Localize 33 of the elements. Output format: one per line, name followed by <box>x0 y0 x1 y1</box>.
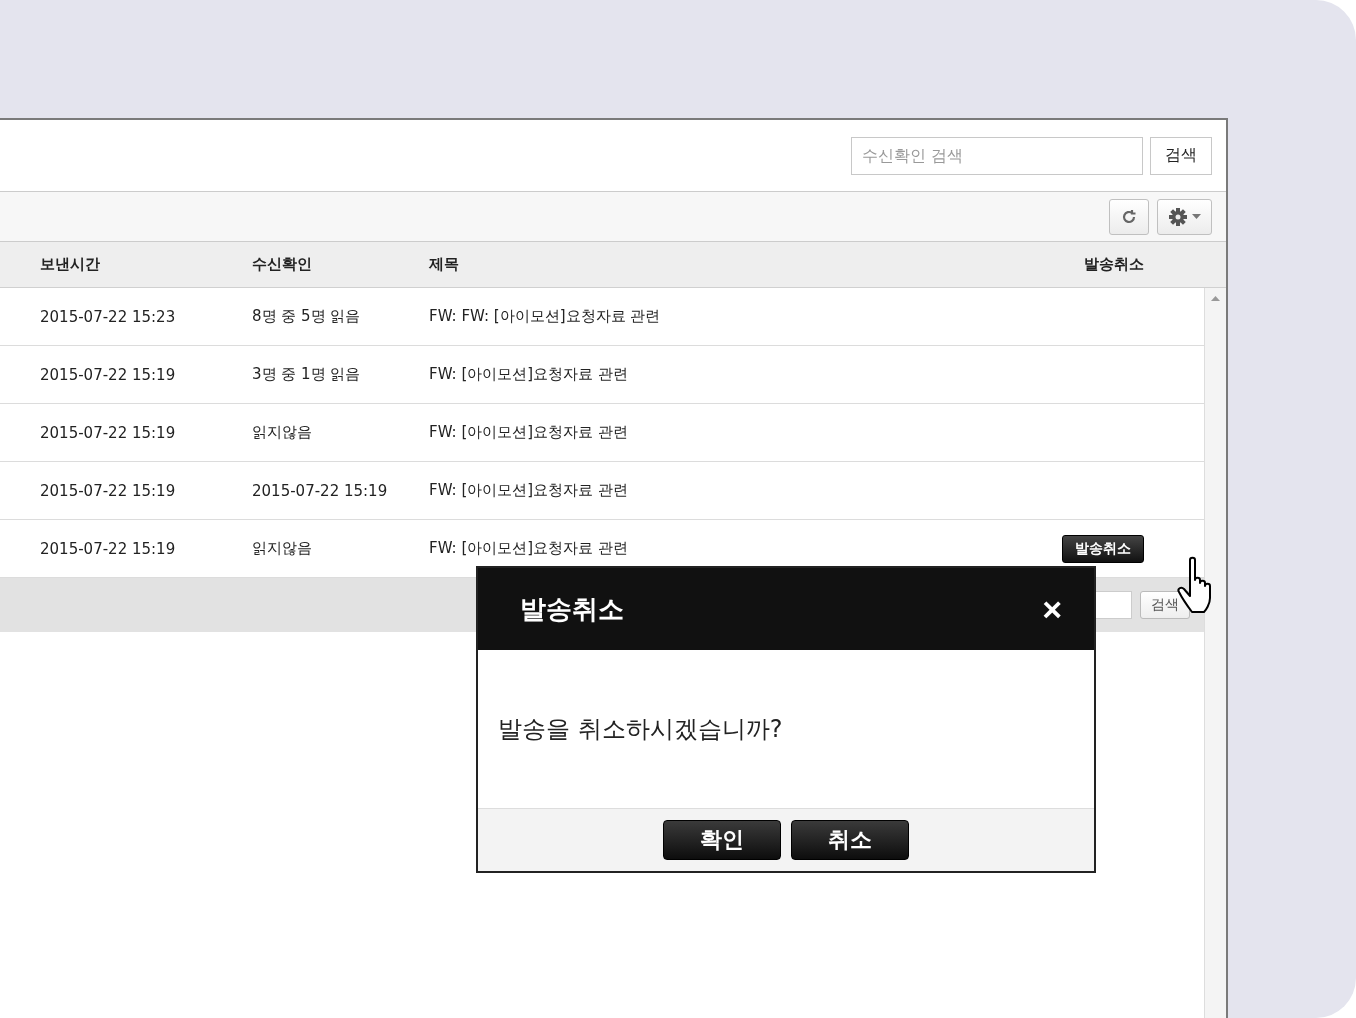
dialog-button[interactable]: 확인 <box>663 820 781 860</box>
dialog-title: 발송취소 <box>520 592 624 626</box>
table-cell-text: 읽지않음 <box>252 423 313 442</box>
close-button[interactable]: × <box>1042 592 1062 626</box>
table-cell-text: 2015-07-22 15:19 <box>40 365 177 384</box>
table-cell-text: 2015-07-22 15:19 <box>252 481 389 500</box>
table-cell-text: FW: [아이모션]요청자료 관련 <box>429 365 629 384</box>
refresh-button[interactable] <box>1109 198 1149 235</box>
refresh-icon <box>1120 207 1138 226</box>
table-cell-text: 읽지않음 <box>252 539 313 558</box>
column-header: 수신확인 <box>252 255 313 274</box>
table-cell-text: FW: [아이모션]요청자료 관련 <box>429 423 629 442</box>
column-header: 발송취소 <box>1084 255 1145 274</box>
caret-icon <box>1192 214 1201 219</box>
search-field[interactable]: 수신확인 검색 <box>851 136 1143 175</box>
column-header: 제목 <box>429 255 460 274</box>
settings-button[interactable] <box>1157 198 1212 235</box>
table-cell-text: 2015-07-22 15:23 <box>40 307 177 326</box>
settings-icon <box>1168 206 1188 227</box>
cancel-send-button[interactable]: 발송취소 <box>1062 534 1144 563</box>
table-cell-text: 8명 중 5명 읽음 <box>252 307 362 326</box>
column-header: 보낸시간 <box>40 255 101 274</box>
table-cell-text: FW: FW: [아이모션]요청자료 관련 <box>429 307 662 326</box>
table-cell-text: FW: [아이모션]요청자료 관련 <box>429 539 629 558</box>
table-cell-text: FW: [아이모션]요청자료 관련 <box>429 481 629 500</box>
table-cell-text: 2015-07-22 15:19 <box>40 423 177 442</box>
scroll-up-icon[interactable] <box>1211 296 1220 301</box>
pager-search-button[interactable]: 검색 <box>1140 591 1190 619</box>
table-cell-text: 2015-07-22 15:19 <box>40 539 177 558</box>
table-cell-text: 3명 중 1명 읽음 <box>252 365 362 384</box>
dialog-button[interactable]: 취소 <box>791 820 909 860</box>
table-cell-text: 2015-07-22 15:19 <box>40 481 177 500</box>
search-button[interactable]: 검색 <box>1150 136 1212 175</box>
